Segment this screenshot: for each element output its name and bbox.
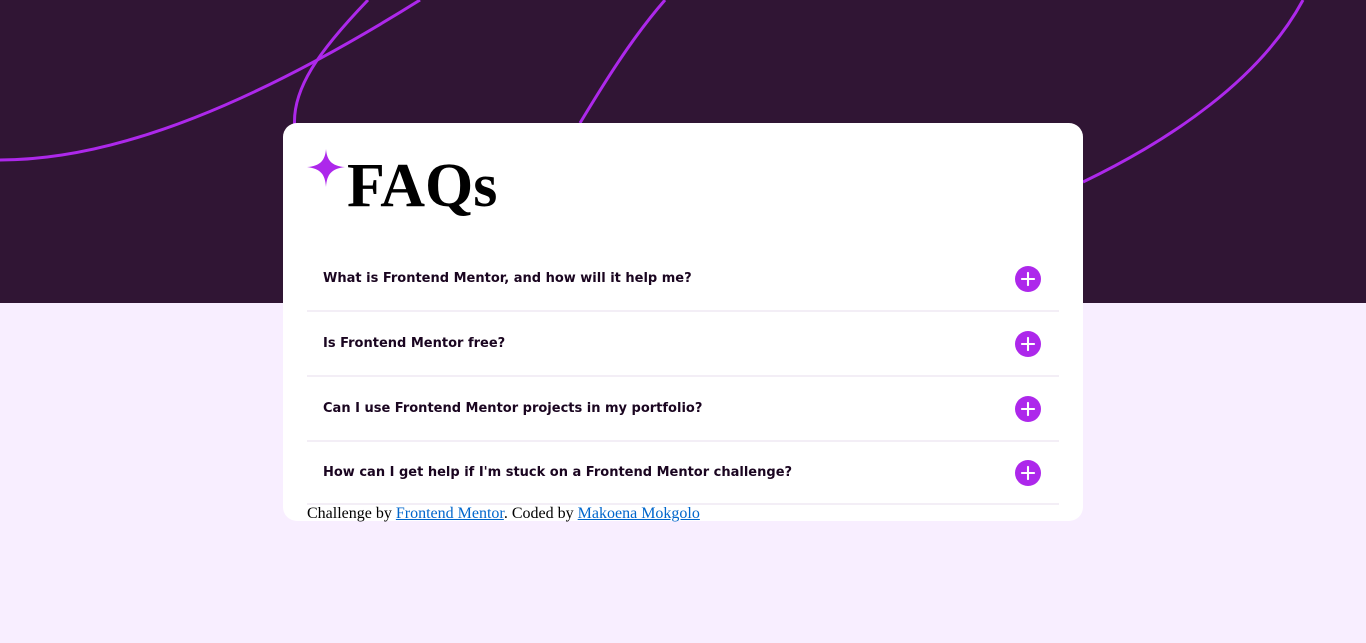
faq-item[interactable]: What is Frontend Mentor, and how will it… (307, 247, 1059, 312)
faq-question[interactable]: Is Frontend Mentor free? (323, 336, 505, 351)
faq-card: FAQs What is Frontend Mentor, and how wi… (283, 123, 1083, 523)
faq-list: What is Frontend Mentor, and how will it… (307, 247, 1059, 505)
faq-question[interactable]: What is Frontend Mentor, and how will it… (323, 271, 692, 286)
frontend-mentor-link[interactable]: Frontend Mentor (396, 505, 504, 522)
plus-icon[interactable] (1015, 459, 1041, 486)
star-icon (307, 149, 345, 187)
title-row: FAQs (307, 147, 1059, 247)
faq-item[interactable]: Is Frontend Mentor free? (307, 312, 1059, 377)
plus-icon[interactable] (1015, 330, 1041, 357)
author-link[interactable]: Makoena Mokgolo (578, 505, 700, 522)
page-title: FAQs (347, 152, 498, 220)
plus-icon[interactable] (1015, 265, 1041, 292)
faq-question[interactable]: How can I get help if I'm stuck on a Fro… (323, 465, 792, 480)
faq-item[interactable]: How can I get help if I'm stuck on a Fro… (307, 442, 1059, 505)
attribution-prefix: Challenge by (307, 505, 396, 522)
attribution: Challenge by Frontend Mentor. Coded by M… (307, 505, 1059, 523)
faq-item[interactable]: Can I use Frontend Mentor projects in my… (307, 377, 1059, 442)
attribution-middle: . Coded by (503, 505, 578, 522)
plus-icon[interactable] (1015, 395, 1041, 422)
faq-question[interactable]: Can I use Frontend Mentor projects in my… (323, 401, 702, 416)
